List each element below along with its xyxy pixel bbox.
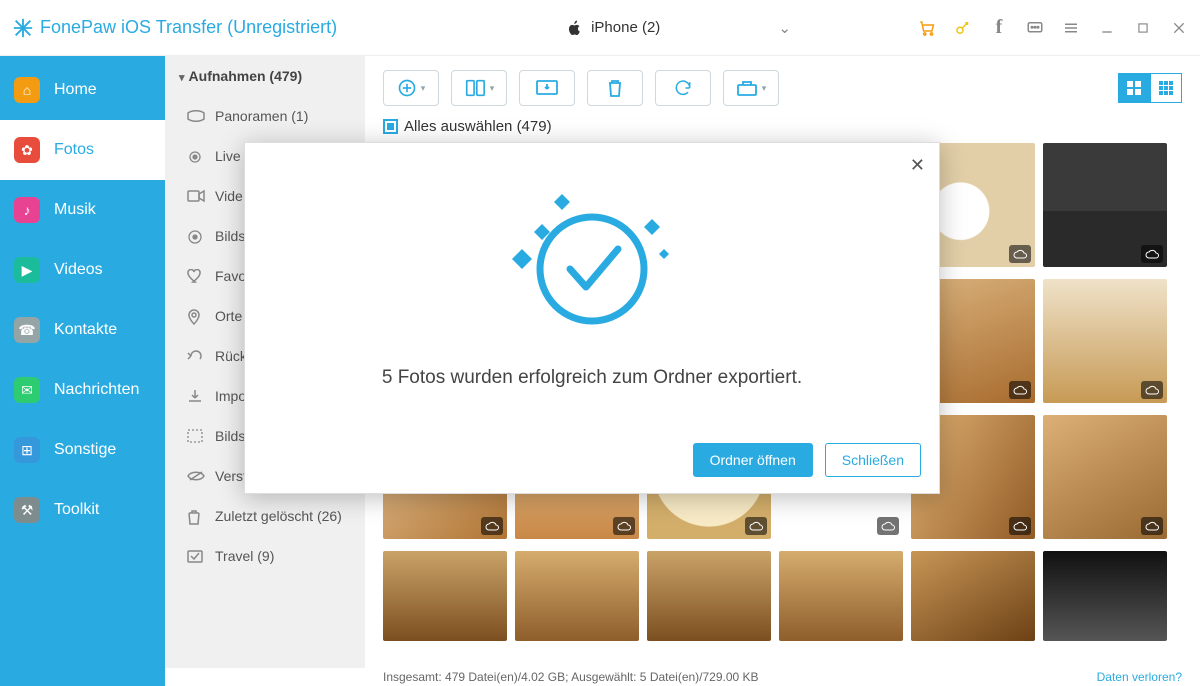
success-art <box>245 143 939 339</box>
export-success-dialog: ✕ 5 Fotos wurden erfolgreich zum Ordner … <box>244 142 940 494</box>
close-icon[interactable]: ✕ <box>910 155 925 176</box>
close-button[interactable]: Schließen <box>825 443 921 477</box>
open-folder-button[interactable]: Ordner öffnen <box>693 443 813 477</box>
dialog-message: 5 Fotos wurden erfolgreich zum Ordner ex… <box>245 367 939 389</box>
modal-overlay: ✕ 5 Fotos wurden erfolgreich zum Ordner … <box>0 0 1200 686</box>
